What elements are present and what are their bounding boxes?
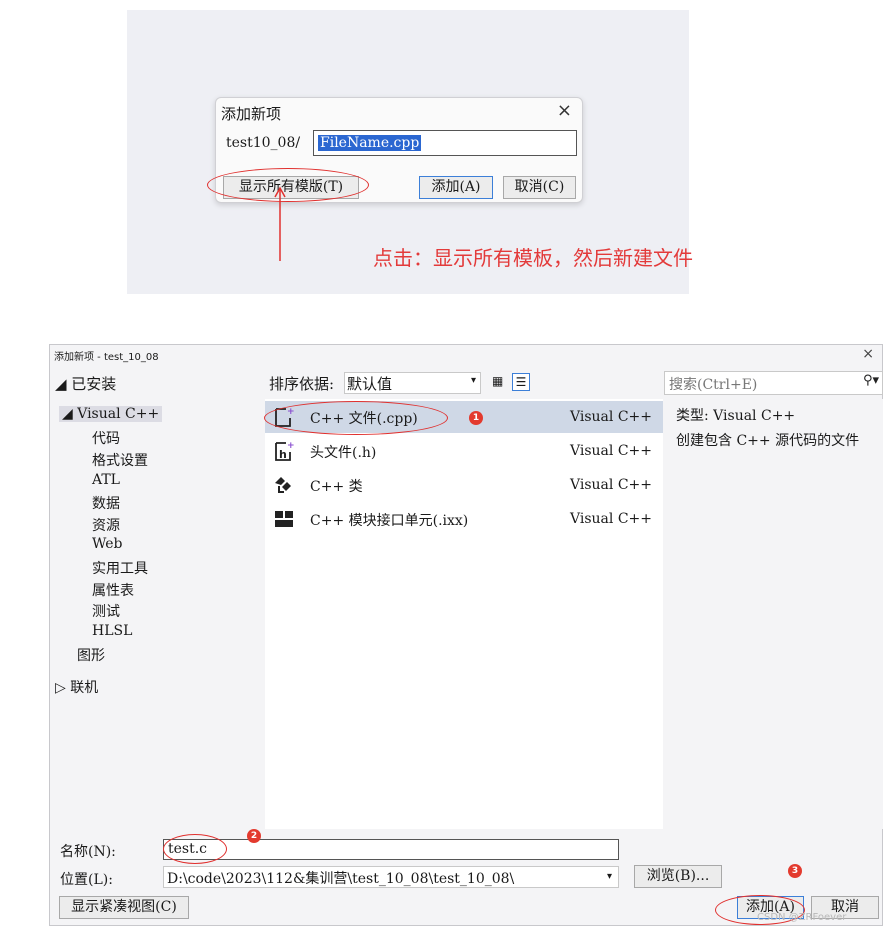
sort-label: 排序依据: [269,375,335,393]
tree-item-hlsl[interactable]: HLSL [92,623,132,639]
tree-item-graphics[interactable]: 图形 [77,645,105,665]
category-tree: ◢ Visual C++ 代码 格式设置 ATL 数据 资源 Web 实用工具 … [50,399,264,829]
header-file-icon: h ++ [275,441,295,461]
step-badge-3: 3 [788,864,802,878]
browse-button[interactable]: 浏览(B)... [634,865,722,888]
template-language: Visual C++ [570,443,652,459]
tree-item-visual-cpp[interactable]: ◢ Visual C++ [59,406,163,422]
detail-type: 类型: Visual C++ [676,408,796,424]
template-name: C++ 类 [310,479,363,495]
template-row-module-unit[interactable]: C++ 模块接口单元(.ixx) Visual C++ [265,503,663,535]
highlight-ellipse [264,401,448,435]
tree-item-data[interactable]: 数据 [92,493,120,513]
add-new-item-dialog: 添加新项 - test_10_08 × ◢ 已安装 ◢ Visual C++ 代… [49,344,883,926]
template-name: C++ 模块接口单元(.ixx) [310,513,469,529]
chevron-down-icon: ▾ [606,871,612,882]
class-icon [275,477,291,493]
detail-description: 创建包含 C++ 源代码的文件 [676,433,860,449]
mini-dialog-title: 添加新项 [221,105,282,123]
dialog-title: 添加新项 - test_10_08 [54,352,159,363]
module-icon [275,511,293,527]
mini-add-button[interactable]: 添加(A) [419,176,493,199]
svg-text:h: h [279,448,287,461]
name-label: 名称(N): [60,844,116,860]
chevron-down-icon: ▾ [470,375,476,386]
tree-item-atl[interactable]: ATL [92,472,120,488]
template-name: 头文件(.h) [310,445,377,461]
step-badge-1: 1 [469,411,483,425]
grid-view-icon[interactable]: ▦ [492,374,508,390]
filename-input[interactable]: FileName.cpp [313,130,577,156]
template-list: ++ C++ 文件(.cpp) Visual C++ h ++ 头文件(.h) … [265,399,663,829]
highlight-ellipse [163,834,227,864]
sort-dropdown[interactable]: 默认值 ▾ [344,372,481,394]
tree-item-web[interactable]: Web [92,536,123,552]
location-value: D:\code\2023\112&集训营\test_10_08\test_10_… [167,871,515,887]
tree-item-code[interactable]: 代码 [92,428,120,448]
watermark: CSDN @ZRFoever [757,912,847,923]
tree-item-formatting[interactable]: 格式设置 [92,450,148,470]
tree-item-test[interactable]: 测试 [92,601,120,621]
arrow-icon [274,186,286,261]
template-language: Visual C++ [570,409,652,425]
compact-view-button[interactable]: 显示紧凑视图(C) [59,896,189,919]
template-row-cpp-class[interactable]: C++ 类 Visual C++ [265,469,663,501]
close-icon[interactable]: × [862,346,874,362]
filename-selected-text: FileName.cpp [318,135,422,151]
search-icon: ⚲▾ [862,373,879,388]
tree-item-utility[interactable]: 实用工具 [92,558,148,578]
installed-header[interactable]: ◢ 已安装 [55,373,116,394]
tree-item-resources[interactable]: 资源 [92,515,120,535]
search-input[interactable]: 搜索(Ctrl+E) ⚲▾ [664,371,883,395]
instruction-annotation: 点击：显示所有模板，然后新建文件 [373,246,693,270]
search-placeholder: 搜索(Ctrl+E) [669,377,758,393]
step-badge-2: 2 [247,829,261,843]
path-label: test10_08/ [226,135,301,151]
template-detail-pane: 类型: Visual C++ 创建包含 C++ 源代码的文件 [664,399,883,829]
template-row-header-file[interactable]: h ++ 头文件(.h) Visual C++ [265,435,663,467]
name-input[interactable]: test.c [163,839,619,860]
template-language: Visual C++ [570,477,652,493]
close-icon[interactable]: × [557,100,572,121]
svg-text:++: ++ [287,441,295,451]
tree-item-online[interactable]: ▷ 联机 [55,677,98,697]
location-dropdown[interactable]: D:\code\2023\112&集训营\test_10_08\test_10_… [163,866,619,888]
list-view-icon[interactable]: ☰ [512,373,530,391]
mini-cancel-button[interactable]: 取消(C) [503,176,576,199]
template-language: Visual C++ [570,511,652,527]
tree-item-property-sheets[interactable]: 属性表 [92,580,134,600]
sort-value: 默认值 [347,375,393,393]
location-label: 位置(L): [60,872,113,888]
